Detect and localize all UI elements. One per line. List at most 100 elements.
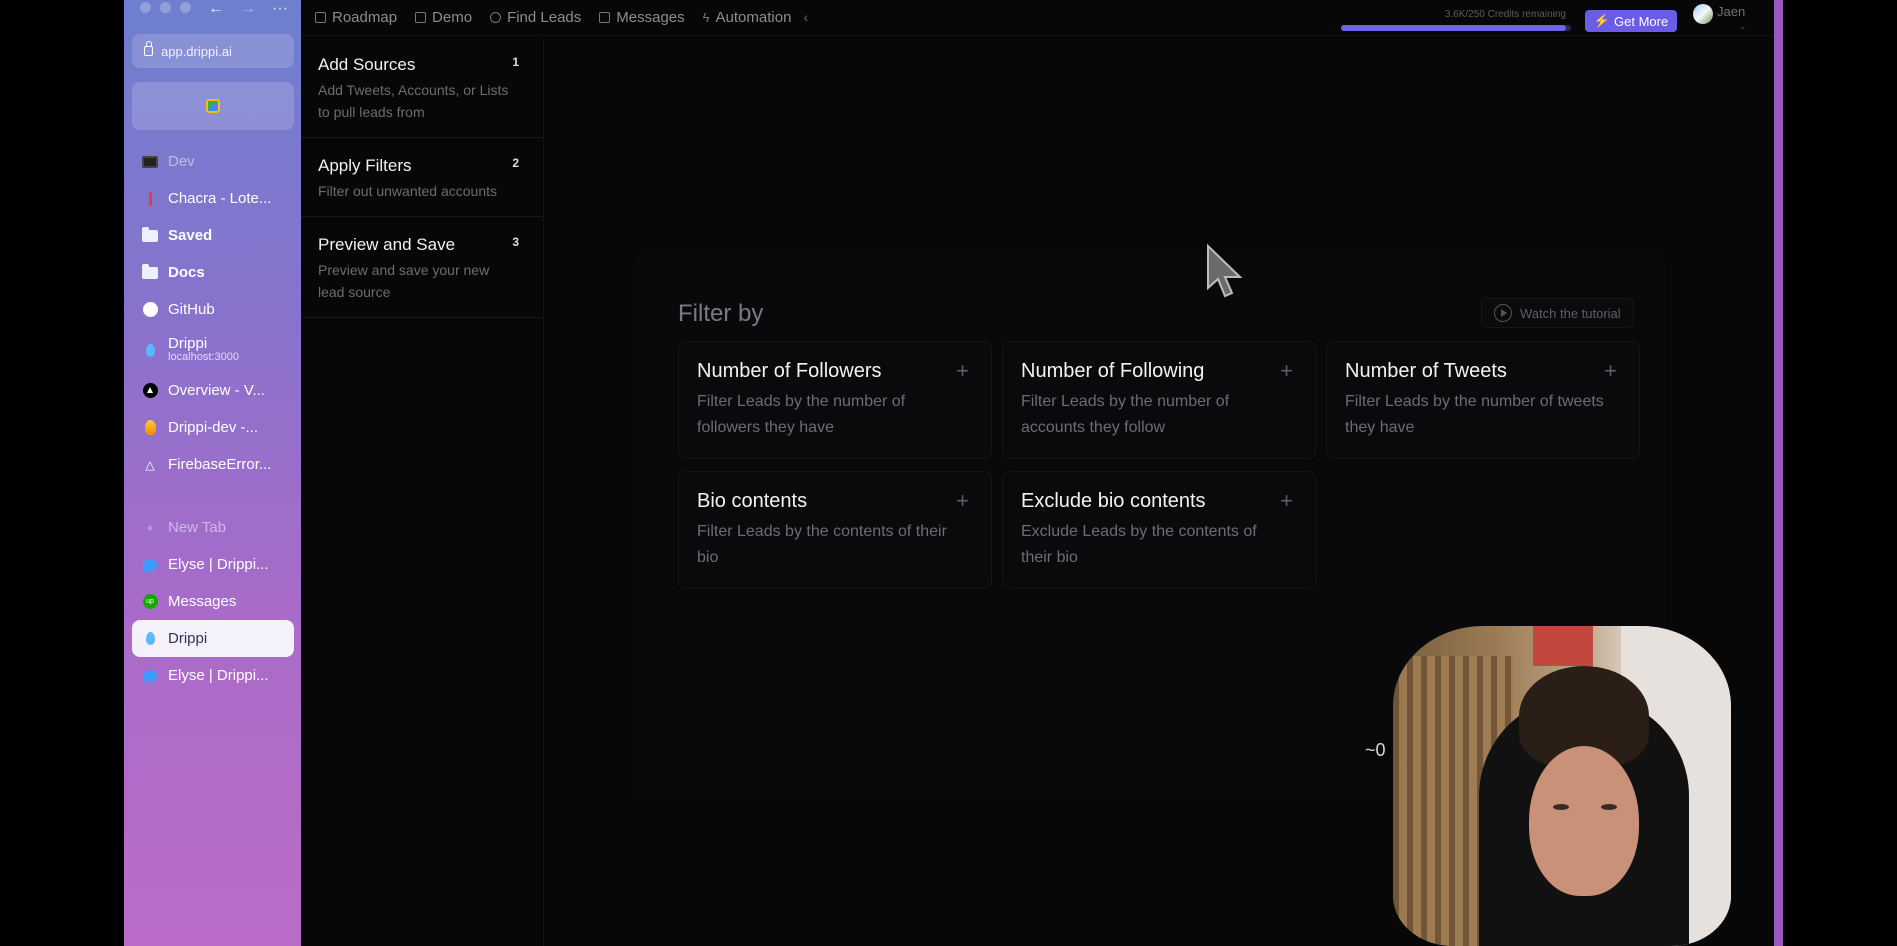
minimize-window-button[interactable]: [160, 2, 171, 13]
plus-icon[interactable]: +: [956, 488, 969, 514]
card-description: Exclude Leads by the contents of their b…: [1021, 523, 1257, 566]
new-tab-button[interactable]: + New Tab: [132, 509, 294, 546]
bird-icon: [142, 557, 158, 573]
a-icon: △: [145, 457, 155, 472]
tab-label: Docs: [168, 264, 205, 281]
back-arrow-icon[interactable]: ←: [208, 0, 224, 18]
tab-label: GitHub: [168, 301, 215, 318]
filter-card-bio[interactable]: Bio contents Filter Leads by the content…: [678, 471, 992, 589]
tab-elyse-1[interactable]: Elyse | Drippi...: [132, 546, 294, 583]
plus-icon[interactable]: +: [1604, 358, 1617, 384]
nav-automation[interactable]: ϟ Automation: [703, 9, 792, 26]
red-bar-icon: [142, 191, 158, 207]
plus-icon[interactable]: +: [1280, 488, 1293, 514]
tab-chacra[interactable]: Chacra - Lote...: [132, 180, 294, 217]
tab-firebase-error[interactable]: △ FirebaseError...: [132, 446, 294, 483]
tab-dev[interactable]: Dev: [132, 143, 294, 180]
webcam-overlay: [1393, 626, 1731, 946]
card-title: Number of Tweets: [1345, 360, 1507, 382]
webcam-background: [1533, 626, 1593, 666]
tab-label: Messages: [168, 593, 237, 610]
new-tab-label: New Tab: [168, 519, 227, 536]
tab-saved[interactable]: Saved: [132, 217, 294, 254]
tab-label: Elyse | Drippi...: [168, 667, 269, 684]
browser-sidebar: ← → ··· app.drippi.ai Dev Chacra - Lote.…: [124, 0, 301, 946]
card-description: Filter Leads by the number of tweets the…: [1345, 393, 1604, 436]
nav-label: Automation: [715, 9, 792, 26]
message-icon: [599, 12, 611, 23]
bolt-icon: ⚡: [1593, 13, 1610, 28]
avatar: [1693, 4, 1713, 24]
get-more-label: Get More: [1614, 13, 1669, 29]
user-menu[interactable]: Jaen ⌄: [1693, 4, 1747, 31]
credits-remaining: 3.6K/250 Credits remaining: [1444, 9, 1566, 20]
step-number: 1: [512, 55, 519, 69]
tab-drippi-active[interactable]: Drippi: [132, 620, 294, 657]
step-title: Apply Filters: [318, 156, 412, 175]
tab-label: Elyse | Drippi...: [168, 556, 269, 573]
steps-panel: Add Sources 1 Add Tweets, Accounts, or L…: [301, 37, 544, 946]
card-title: Exclude bio contents: [1021, 490, 1206, 512]
plus-icon[interactable]: +: [956, 358, 969, 384]
card-description: Filter Leads by the number of accounts t…: [1021, 393, 1230, 436]
filter-card-tweets[interactable]: Number of Tweets Filter Leads by the num…: [1326, 341, 1640, 459]
nav-roadmap[interactable]: Roadmap: [315, 9, 397, 26]
url-bar[interactable]: app.drippi.ai: [132, 34, 294, 68]
step-number: 3: [512, 235, 519, 249]
step-add-sources[interactable]: Add Sources 1 Add Tweets, Accounts, or L…: [301, 37, 543, 138]
tab-drippi-dev[interactable]: Drippi-dev -...: [132, 409, 294, 446]
tab-label: Saved: [168, 227, 213, 244]
step-apply-filters[interactable]: Apply Filters 2 Filter out unwanted acco…: [301, 138, 543, 217]
plus-icon[interactable]: +: [1280, 358, 1293, 384]
tab-docs[interactable]: Docs: [132, 254, 294, 291]
pinned-tab-google[interactable]: [132, 82, 294, 130]
filter-card-followers[interactable]: Number of Followers Filter Leads by the …: [678, 341, 992, 459]
folder-icon: [142, 263, 158, 281]
user-name: Jaen: [1717, 4, 1746, 19]
close-window-button[interactable]: [140, 2, 151, 13]
drop-icon: [142, 631, 158, 647]
monitor-icon: [415, 12, 427, 23]
tab-elyse-2[interactable]: Elyse | Drippi...: [132, 657, 294, 694]
nav-label: Messages: [616, 9, 685, 26]
drop-icon: [142, 342, 158, 358]
search-icon: [490, 12, 502, 23]
card-title: Number of Followers: [697, 360, 882, 382]
tab-label: FirebaseError...: [168, 456, 272, 473]
window-edge: [1774, 0, 1783, 946]
roadmap-icon: [315, 12, 326, 23]
tab-label: Drippi: [168, 335, 208, 353]
chevron-left-icon[interactable]: ‹: [803, 9, 808, 26]
tab-label: Overview - V...: [168, 382, 265, 399]
vercel-icon: [142, 383, 158, 399]
webcam-person: [1529, 746, 1639, 896]
monitor-icon: [142, 154, 158, 170]
tab-vercel-overview[interactable]: Overview - V...: [132, 372, 294, 409]
nav-arrows: ← → ···: [208, 0, 288, 18]
tab-messages[interactable]: up Messages: [132, 583, 294, 620]
nav-find-leads[interactable]: Find Leads: [490, 9, 581, 26]
nav-messages[interactable]: Messages: [599, 9, 685, 26]
tab-github[interactable]: GitHub: [132, 291, 294, 328]
chevron-down-icon: ⌄: [1739, 21, 1747, 31]
filter-card-following[interactable]: Number of Following Filter Leads by the …: [1002, 341, 1316, 459]
forward-arrow-icon[interactable]: →: [240, 0, 256, 18]
nav-label: Find Leads: [507, 9, 582, 26]
filter-heading: Filter by: [678, 300, 764, 327]
firebase-icon: [142, 420, 158, 436]
filter-card-exclude-bio[interactable]: Exclude bio contents Exclude Leads by th…: [1002, 471, 1316, 589]
google-icon: [206, 99, 220, 113]
card-description: Filter Leads by the number of followers …: [697, 393, 906, 436]
get-more-button[interactable]: ⚡ Get More: [1585, 10, 1677, 32]
lock-icon: [144, 41, 153, 56]
overlay-text: ~0: [1365, 740, 1386, 760]
more-icon[interactable]: ···: [272, 0, 288, 18]
tab-drippi-local[interactable]: Drippi localhost:3000: [132, 328, 294, 372]
maximize-window-button[interactable]: [180, 2, 191, 13]
step-preview-save[interactable]: Preview and Save 3 Preview and save your…: [301, 217, 543, 318]
folder-icon: [142, 226, 158, 244]
url-text: app.drippi.ai: [161, 43, 232, 59]
github-icon: [142, 302, 158, 318]
watch-tutorial-button[interactable]: Watch the tutorial: [1481, 298, 1634, 328]
nav-demo[interactable]: Demo: [415, 9, 472, 26]
